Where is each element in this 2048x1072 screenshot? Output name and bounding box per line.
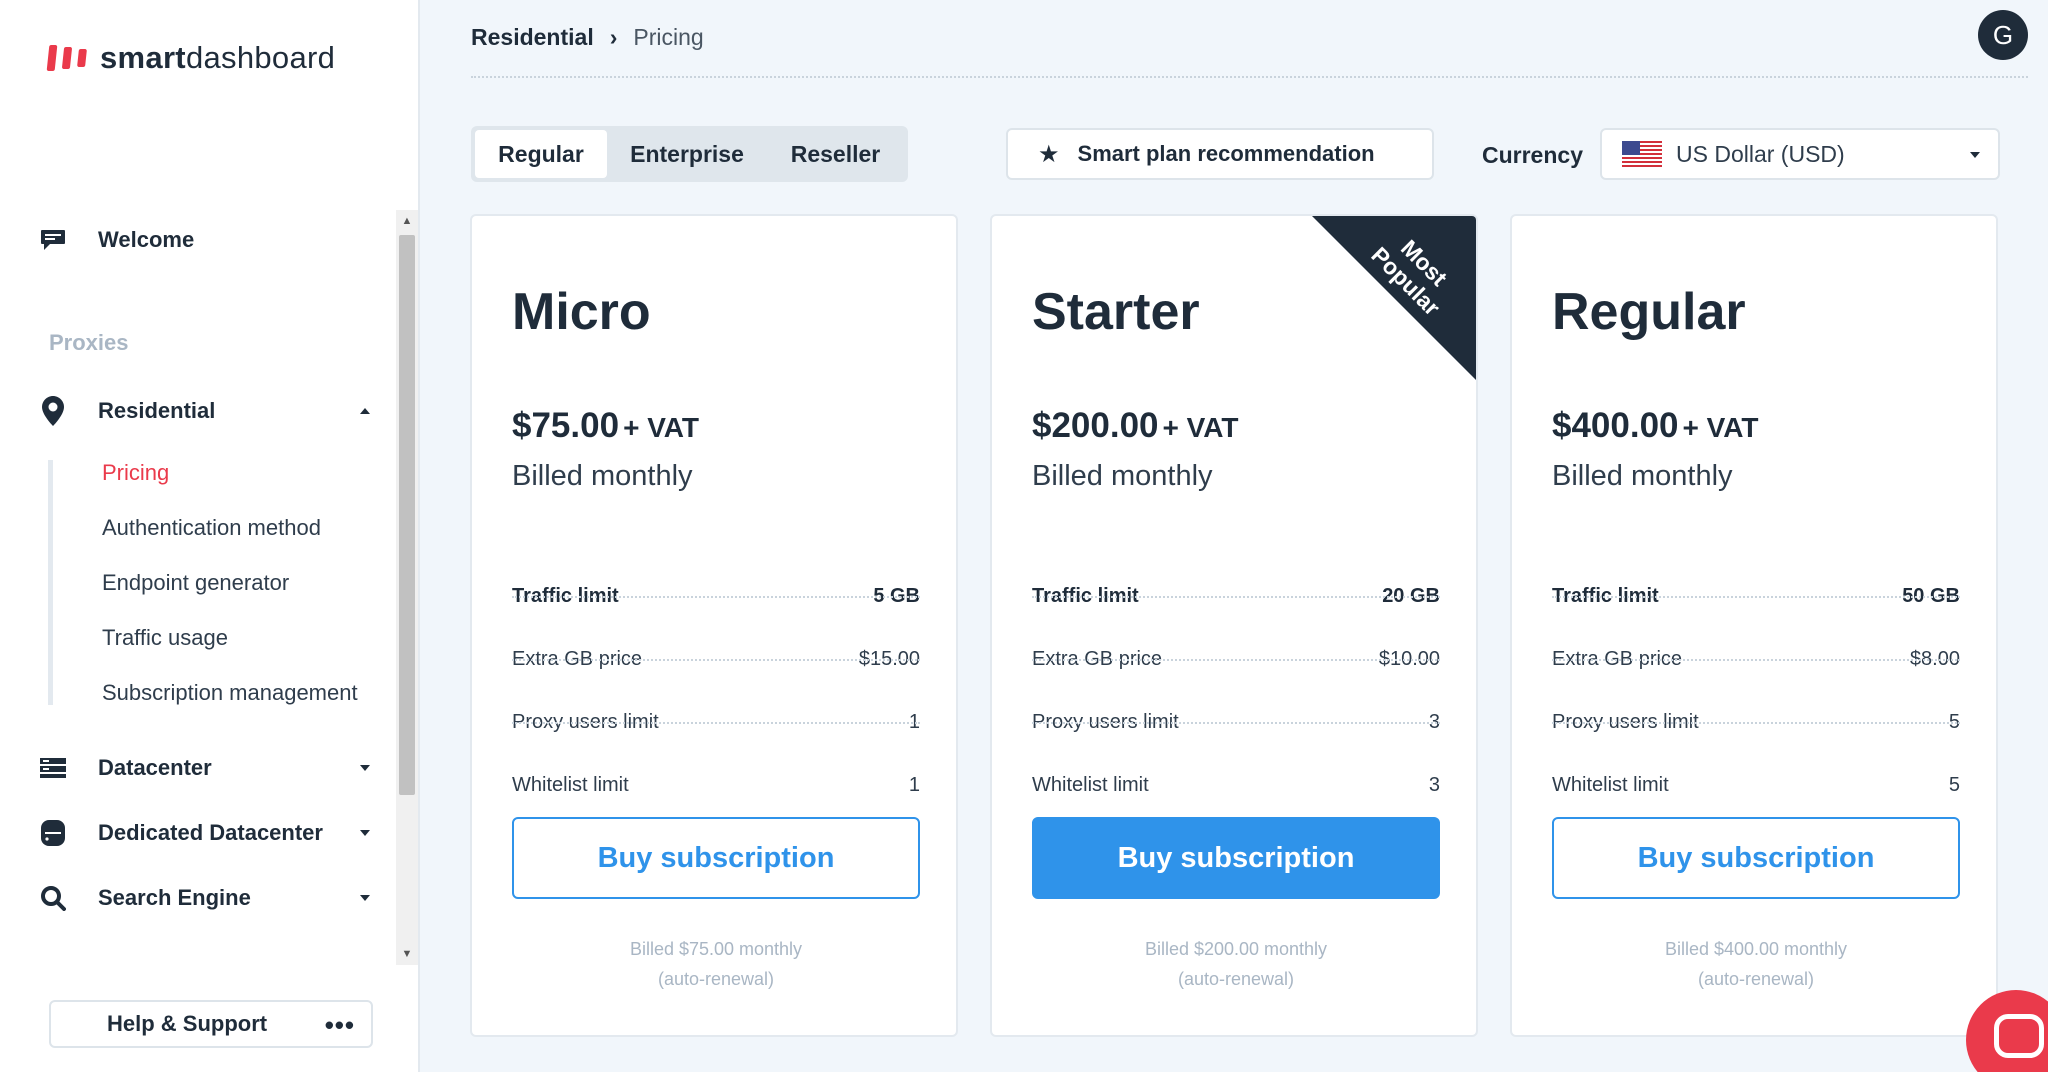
sidebar: smartdashboard Welcome Proxies Residenti… — [0, 0, 420, 1072]
price-amount: $200.00 — [1032, 406, 1159, 445]
feature-divider — [1552, 596, 1960, 598]
chevron-down-icon — [360, 895, 370, 901]
plan-price: $400.00 + VAT — [1552, 406, 1759, 446]
sidebar-item-traffic-usage[interactable]: Traffic usage — [102, 625, 228, 651]
more-options-icon[interactable]: ••• — [325, 1010, 355, 1041]
plan-card-regular: Regular $400.00 + VAT Billed monthly Tra… — [1510, 214, 1998, 1037]
feature-row: Whitelist limit 5 — [1552, 773, 1960, 796]
breadcrumb: Residential › Pricing — [471, 24, 704, 51]
plan-price: $75.00 + VAT — [512, 406, 699, 446]
price-amount: $400.00 — [1552, 406, 1679, 445]
feature-divider — [1032, 722, 1440, 724]
price-vat: + VAT — [623, 412, 700, 443]
smart-plan-recommendation-button[interactable]: ★ Smart plan recommendation — [1006, 128, 1434, 180]
billing-note: Billed $400.00 monthly (auto-renewal) — [1664, 939, 1848, 989]
buy-subscription-button[interactable]: Buy subscription — [512, 817, 920, 899]
price-vat: + VAT — [1682, 412, 1759, 443]
tab-regular[interactable]: Regular — [475, 130, 607, 178]
sidebar-scrollbar[interactable]: ▲ ▼ — [396, 210, 418, 965]
buy-subscription-button[interactable]: Buy subscription — [1032, 817, 1440, 899]
nav-datacenter-label: Datacenter — [98, 755, 212, 780]
breadcrumb-residential[interactable]: Residential — [471, 24, 594, 51]
logo-text: smartdashboard — [100, 40, 336, 75]
nav-search-engine-label: Search Engine — [98, 885, 251, 910]
billing-period: Billed monthly — [1552, 460, 1733, 492]
currency-select[interactable]: US Dollar (USD) — [1600, 128, 2000, 180]
us-flag-icon — [1622, 141, 1662, 167]
feature-row: Whitelist limit 1 — [512, 773, 920, 796]
currency-label: Currency — [1482, 142, 1583, 168]
nav-dedicated-datacenter-label: Dedicated Datacenter — [98, 820, 323, 845]
scroll-up-arrow-icon[interactable]: ▲ — [396, 210, 418, 232]
most-popular-ribbon: Most Popular — [1312, 216, 1476, 380]
nav-welcome[interactable]: Welcome — [38, 225, 194, 255]
price-amount: $75.00 — [512, 406, 620, 445]
search-icon — [38, 883, 68, 913]
plan-name: Micro — [512, 283, 651, 341]
plan-price: $200.00 + VAT — [1032, 406, 1239, 446]
chat-icon — [38, 225, 68, 255]
nav-search-engine[interactable]: Search Engine — [38, 883, 370, 913]
nav-residential[interactable]: Residential — [38, 396, 370, 426]
billing-note: Billed $75.00 monthly (auto-renewal) — [629, 939, 803, 989]
nav-dedicated-datacenter[interactable]: Dedicated Datacenter — [38, 818, 370, 848]
sidebar-item-pricing[interactable]: Pricing — [102, 460, 169, 486]
breadcrumb-separator-icon: › — [609, 24, 618, 50]
billing-period: Billed monthly — [1032, 460, 1213, 492]
tab-reseller[interactable]: Reseller — [767, 130, 904, 178]
nav-datacenter[interactable]: Datacenter — [38, 753, 370, 783]
avatar[interactable]: G — [1978, 10, 2028, 60]
plan-name: Regular — [1552, 283, 1746, 341]
location-pin-icon — [38, 396, 68, 426]
feature-divider — [1032, 596, 1440, 598]
scrollbar-thumb[interactable] — [399, 235, 415, 795]
logo-mark-icon — [46, 45, 87, 71]
help-support-button[interactable]: Help & Support ••• — [49, 1000, 373, 1048]
feature-divider — [512, 659, 920, 661]
feature-divider — [1552, 722, 1960, 724]
sidebar-item-authentication[interactable]: Authentication method — [102, 515, 321, 541]
billing-period: Billed monthly — [512, 460, 693, 492]
breadcrumb-pricing: Pricing — [633, 24, 704, 50]
plan-card-starter: Most Popular Starter $200.00 + VAT Bille… — [990, 214, 1478, 1037]
chevron-down-icon — [360, 765, 370, 771]
tab-enterprise[interactable]: Enterprise — [607, 130, 767, 178]
submenu-line — [48, 460, 53, 705]
sidebar-item-endpoint-generator[interactable]: Endpoint generator — [102, 570, 289, 596]
smart-plan-label: Smart plan recommendation — [1077, 141, 1375, 166]
scroll-down-arrow-icon[interactable]: ▼ — [396, 943, 418, 965]
chevron-down-icon — [360, 830, 370, 836]
star-icon: ★ — [1038, 140, 1060, 168]
nav-residential-label: Residential — [98, 398, 216, 423]
plan-name: Starter — [1032, 283, 1200, 341]
nav-welcome-label: Welcome — [98, 227, 195, 252]
feature-row: Whitelist limit 3 — [1032, 773, 1440, 796]
server-icon — [38, 753, 68, 783]
sidebar-item-subscription-management[interactable]: Subscription management — [102, 680, 358, 706]
logo[interactable]: smartdashboard — [46, 40, 336, 76]
header-divider — [471, 76, 2028, 78]
chevron-up-icon — [360, 408, 370, 414]
feature-divider — [1032, 659, 1440, 661]
price-vat: + VAT — [1162, 412, 1239, 443]
plan-card-micro: Micro $75.00 + VAT Billed monthly Traffi… — [470, 214, 958, 1037]
section-proxies: Proxies — [49, 330, 129, 355]
plan-type-tabs: Regular Enterprise Reseller — [471, 126, 908, 182]
help-support-label: Help & Support — [107, 1011, 268, 1036]
currency-value: US Dollar (USD) — [1676, 140, 1845, 167]
chat-bubble-icon — [1994, 1014, 2044, 1058]
billing-note: Billed $200.00 monthly (auto-renewal) — [1144, 939, 1328, 989]
feature-divider — [512, 596, 920, 598]
database-icon — [38, 818, 68, 848]
feature-divider — [1552, 659, 1960, 661]
feature-divider — [512, 722, 920, 724]
buy-subscription-button[interactable]: Buy subscription — [1552, 817, 1960, 899]
chevron-down-icon — [1970, 152, 1980, 158]
